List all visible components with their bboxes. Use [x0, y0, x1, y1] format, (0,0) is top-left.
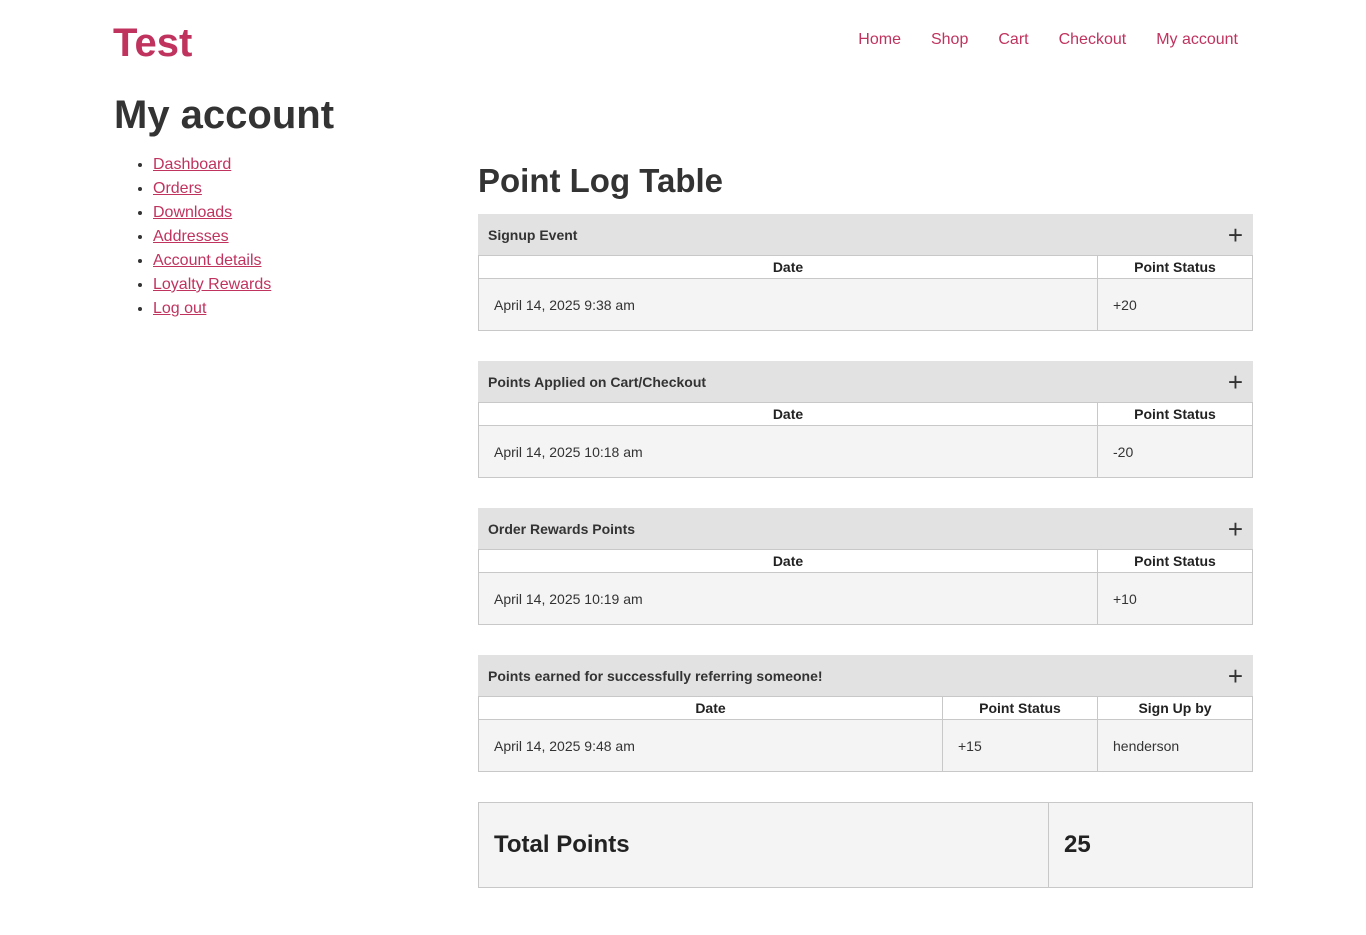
log-section-title: Points Applied on Cart/Checkout — [488, 373, 707, 390]
table-row: April 14, 2025 10:18 am -20 — [478, 425, 1253, 478]
nav-my-account[interactable]: My account — [1156, 30, 1238, 50]
column-header-sign-up-by: Sign Up by — [1097, 696, 1253, 720]
cell-date: April 14, 2025 10:18 am — [478, 425, 1098, 478]
table-row: April 14, 2025 10:19 am +10 — [478, 572, 1253, 625]
plus-icon[interactable]: + — [1228, 663, 1243, 689]
log-section-title: Order Rewards Points — [488, 520, 636, 537]
account-navigation: Dashboard Orders Downloads Addresses Acc… — [153, 153, 271, 321]
main-nav: Home Shop Cart Checkout My account — [858, 30, 1238, 50]
log-section-referral: Points earned for successfully referring… — [478, 655, 1253, 772]
log-section-title: Signup Event — [488, 226, 578, 243]
column-header-date: Date — [478, 696, 943, 720]
cell-date: April 14, 2025 10:19 am — [478, 572, 1098, 625]
log-section-header[interactable]: Signup Event + — [478, 214, 1253, 255]
plus-icon[interactable]: + — [1228, 369, 1243, 395]
log-table: Date Point Status April 14, 2025 10:18 a… — [478, 402, 1253, 478]
account-nav-item: Loyalty Rewards — [153, 273, 271, 297]
cell-date: April 14, 2025 9:38 am — [478, 278, 1098, 331]
page-title: My account — [114, 93, 335, 137]
account-nav-loyalty-rewards[interactable]: Loyalty Rewards — [153, 276, 271, 293]
log-section-title: Points earned for successfully referring… — [488, 667, 823, 684]
table-header-row: Date Point Status Sign Up by — [478, 696, 1253, 720]
cell-point-status: -20 — [1097, 425, 1253, 478]
column-header-point-status: Point Status — [1097, 402, 1253, 426]
total-points-table: Total Points 25 — [478, 802, 1253, 888]
account-nav-item: Account details — [153, 249, 271, 273]
log-section-header[interactable]: Points Applied on Cart/Checkout + — [478, 361, 1253, 402]
cell-point-status: +20 — [1097, 278, 1253, 331]
plus-icon[interactable]: + — [1228, 222, 1243, 248]
column-header-date: Date — [478, 402, 1098, 426]
site-title-link[interactable]: Test — [113, 20, 192, 66]
column-header-point-status: Point Status — [1097, 255, 1253, 279]
column-header-point-status: Point Status — [942, 696, 1098, 720]
log-section-header[interactable]: Points earned for successfully referring… — [478, 655, 1253, 696]
account-nav-item: Downloads — [153, 201, 271, 225]
nav-home[interactable]: Home — [858, 30, 901, 50]
account-nav-downloads[interactable]: Downloads — [153, 204, 232, 221]
account-nav-dashboard[interactable]: Dashboard — [153, 156, 231, 173]
table-row: April 14, 2025 9:38 am +20 — [478, 278, 1253, 331]
table-header-row: Date Point Status — [478, 255, 1253, 279]
account-nav-item: Dashboard — [153, 153, 271, 177]
log-section-order-rewards: Order Rewards Points + Date Point Status… — [478, 508, 1253, 625]
total-points-row: Total Points 25 — [478, 802, 1253, 888]
column-header-point-status: Point Status — [1097, 549, 1253, 573]
log-table: Date Point Status April 14, 2025 10:19 a… — [478, 549, 1253, 625]
log-section-points-applied: Points Applied on Cart/Checkout + Date P… — [478, 361, 1253, 478]
table-header-row: Date Point Status — [478, 402, 1253, 426]
log-table: Date Point Status Sign Up by April 14, 2… — [478, 696, 1253, 772]
nav-cart[interactable]: Cart — [998, 30, 1028, 50]
table-header-row: Date Point Status — [478, 549, 1253, 573]
account-nav-item: Addresses — [153, 225, 271, 249]
account-nav-account-details[interactable]: Account details — [153, 252, 262, 269]
cell-sign-up-by: henderson — [1097, 719, 1253, 772]
account-nav-item: Log out — [153, 297, 271, 321]
account-nav-log-out[interactable]: Log out — [153, 300, 206, 317]
nav-shop[interactable]: Shop — [931, 30, 968, 50]
nav-checkout[interactable]: Checkout — [1059, 30, 1127, 50]
log-section-header[interactable]: Order Rewards Points + — [478, 508, 1253, 549]
total-points-label: Total Points — [478, 802, 1049, 888]
cell-point-status: +15 — [942, 719, 1098, 772]
point-log-content: Point Log Table Signup Event + Date Poin… — [478, 160, 1253, 888]
table-row: April 14, 2025 9:48 am +15 henderson — [478, 719, 1253, 772]
plus-icon[interactable]: + — [1228, 516, 1243, 542]
account-nav-orders[interactable]: Orders — [153, 180, 202, 197]
log-section-signup: Signup Event + Date Point Status April 1… — [478, 214, 1253, 331]
cell-point-status: +10 — [1097, 572, 1253, 625]
column-header-date: Date — [478, 255, 1098, 279]
total-points-value: 25 — [1048, 802, 1253, 888]
log-table: Date Point Status April 14, 2025 9:38 am… — [478, 255, 1253, 331]
cell-date: April 14, 2025 9:48 am — [478, 719, 943, 772]
account-nav-item: Orders — [153, 177, 271, 201]
column-header-date: Date — [478, 549, 1098, 573]
account-nav-addresses[interactable]: Addresses — [153, 228, 229, 245]
point-log-title: Point Log Table — [478, 162, 724, 199]
